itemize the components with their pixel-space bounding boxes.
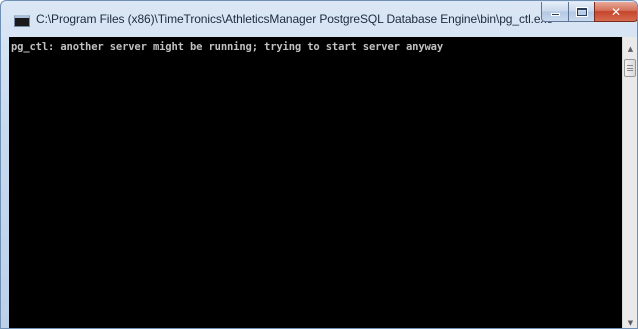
grip-icon	[627, 65, 633, 71]
caption-buttons: ✕	[541, 2, 637, 22]
arrow-up-icon: ▲	[627, 44, 634, 53]
scroll-thumb[interactable]	[624, 59, 636, 77]
minimize-button[interactable]	[541, 2, 568, 22]
vertical-scrollbar[interactable]: ▲ ▼	[622, 37, 637, 328]
console-line: pg_ctl: another server might be running;…	[11, 41, 444, 53]
arrow-down-icon: ▼	[627, 318, 634, 327]
close-icon: ✕	[610, 4, 622, 19]
maximize-button[interactable]	[568, 2, 594, 22]
console-window: C:\Program Files (x86)\TimeTronics\Athle…	[0, 0, 638, 329]
title-bar[interactable]: C:\Program Files (x86)\TimeTronics\Athle…	[1, 1, 637, 35]
scroll-up-button[interactable]: ▲	[623, 41, 637, 56]
console-output[interactable]: pg_ctl: another server might be running;…	[9, 37, 622, 328]
window-title: C:\Program Files (x86)\TimeTronics\Athle…	[36, 12, 553, 26]
console-window-icon[interactable]	[14, 15, 30, 27]
minimize-icon	[550, 13, 560, 16]
maximize-icon	[576, 7, 587, 16]
close-button[interactable]: ✕	[594, 2, 637, 22]
scroll-down-button[interactable]: ▼	[623, 315, 637, 328]
